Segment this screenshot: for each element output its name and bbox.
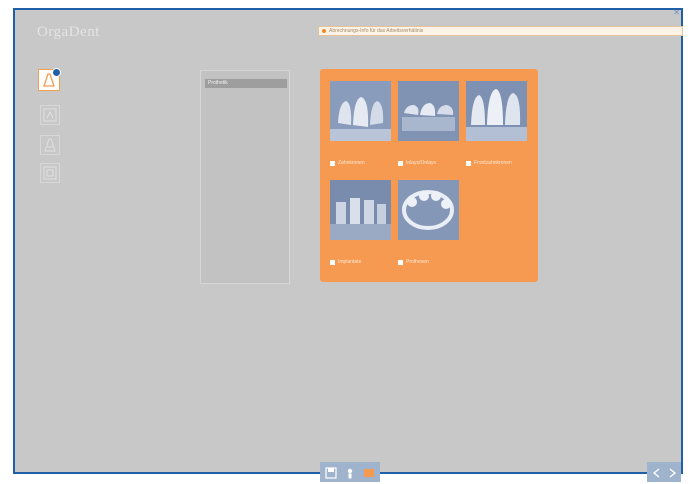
next-arrow-icon [669, 468, 677, 478]
teeth-image-3 [466, 81, 527, 141]
gallery-thumb-1[interactable] [330, 81, 391, 141]
teeth-image-1 [330, 81, 391, 141]
bottom-toolbar [320, 462, 380, 482]
gallery-thumb-4[interactable] [330, 180, 391, 240]
bridge-tool-button[interactable] [40, 105, 60, 125]
teeth-image-2 [398, 81, 459, 141]
tag-button[interactable] [363, 466, 375, 478]
prev-arrow-icon [652, 468, 660, 478]
crown-tool-button[interactable] [38, 68, 61, 91]
person-button[interactable] [344, 466, 356, 479]
gallery-label-text: Frontzahnkronen [474, 160, 512, 166]
save-button[interactable] [325, 466, 337, 479]
checkbox[interactable] [330, 161, 335, 166]
implant-tool-icon [44, 138, 56, 152]
checkbox[interactable] [330, 260, 335, 265]
gallery-thumb-3[interactable] [466, 81, 527, 141]
checkbox[interactable] [398, 260, 403, 265]
list-item[interactable]: Prothetik [205, 79, 287, 88]
product-gallery: Zahnkronen Inlays/Onlays Frontzahnkronen [320, 69, 538, 282]
bridge-tool-icon [43, 108, 57, 122]
gallery-thumb-2[interactable] [398, 81, 459, 141]
model-tool-button[interactable] [40, 163, 60, 183]
gallery-label-text: Prothesen [406, 259, 429, 265]
gallery-label-text: Inlays/Onlays [406, 160, 437, 166]
model-tool-icon [43, 166, 57, 180]
close-icon[interactable]: ✕ [673, 8, 680, 17]
app-logo: OrgaDent [37, 24, 100, 40]
save-icon [325, 467, 337, 479]
teeth-image-4 [330, 180, 391, 240]
category-list: Prothetik [200, 70, 290, 284]
prev-button[interactable] [651, 466, 663, 478]
pager [647, 462, 681, 482]
gallery-thumb-5[interactable] [398, 180, 459, 240]
next-button[interactable] [666, 466, 678, 478]
app-window: OrgaDent ✕ Abrechnungs-Info für das Arbe… [13, 8, 683, 482]
gallery-label-text: Implantate [338, 259, 362, 265]
gallery-label-text: Zahnkronen [338, 160, 365, 166]
status-message: Abrechnungs-Info für das Arbeitsverhältn… [329, 28, 424, 34]
status-dot-icon [322, 29, 326, 33]
tag-icon [364, 469, 374, 477]
checkbox[interactable] [466, 161, 471, 166]
checkbox[interactable] [398, 161, 403, 166]
active-badge [52, 68, 61, 77]
implant-tool-button[interactable] [40, 135, 60, 155]
teeth-image-5 [398, 180, 459, 240]
status-bar: Abrechnungs-Info für das Arbeitsverhältn… [318, 26, 683, 36]
person-icon [347, 468, 353, 479]
